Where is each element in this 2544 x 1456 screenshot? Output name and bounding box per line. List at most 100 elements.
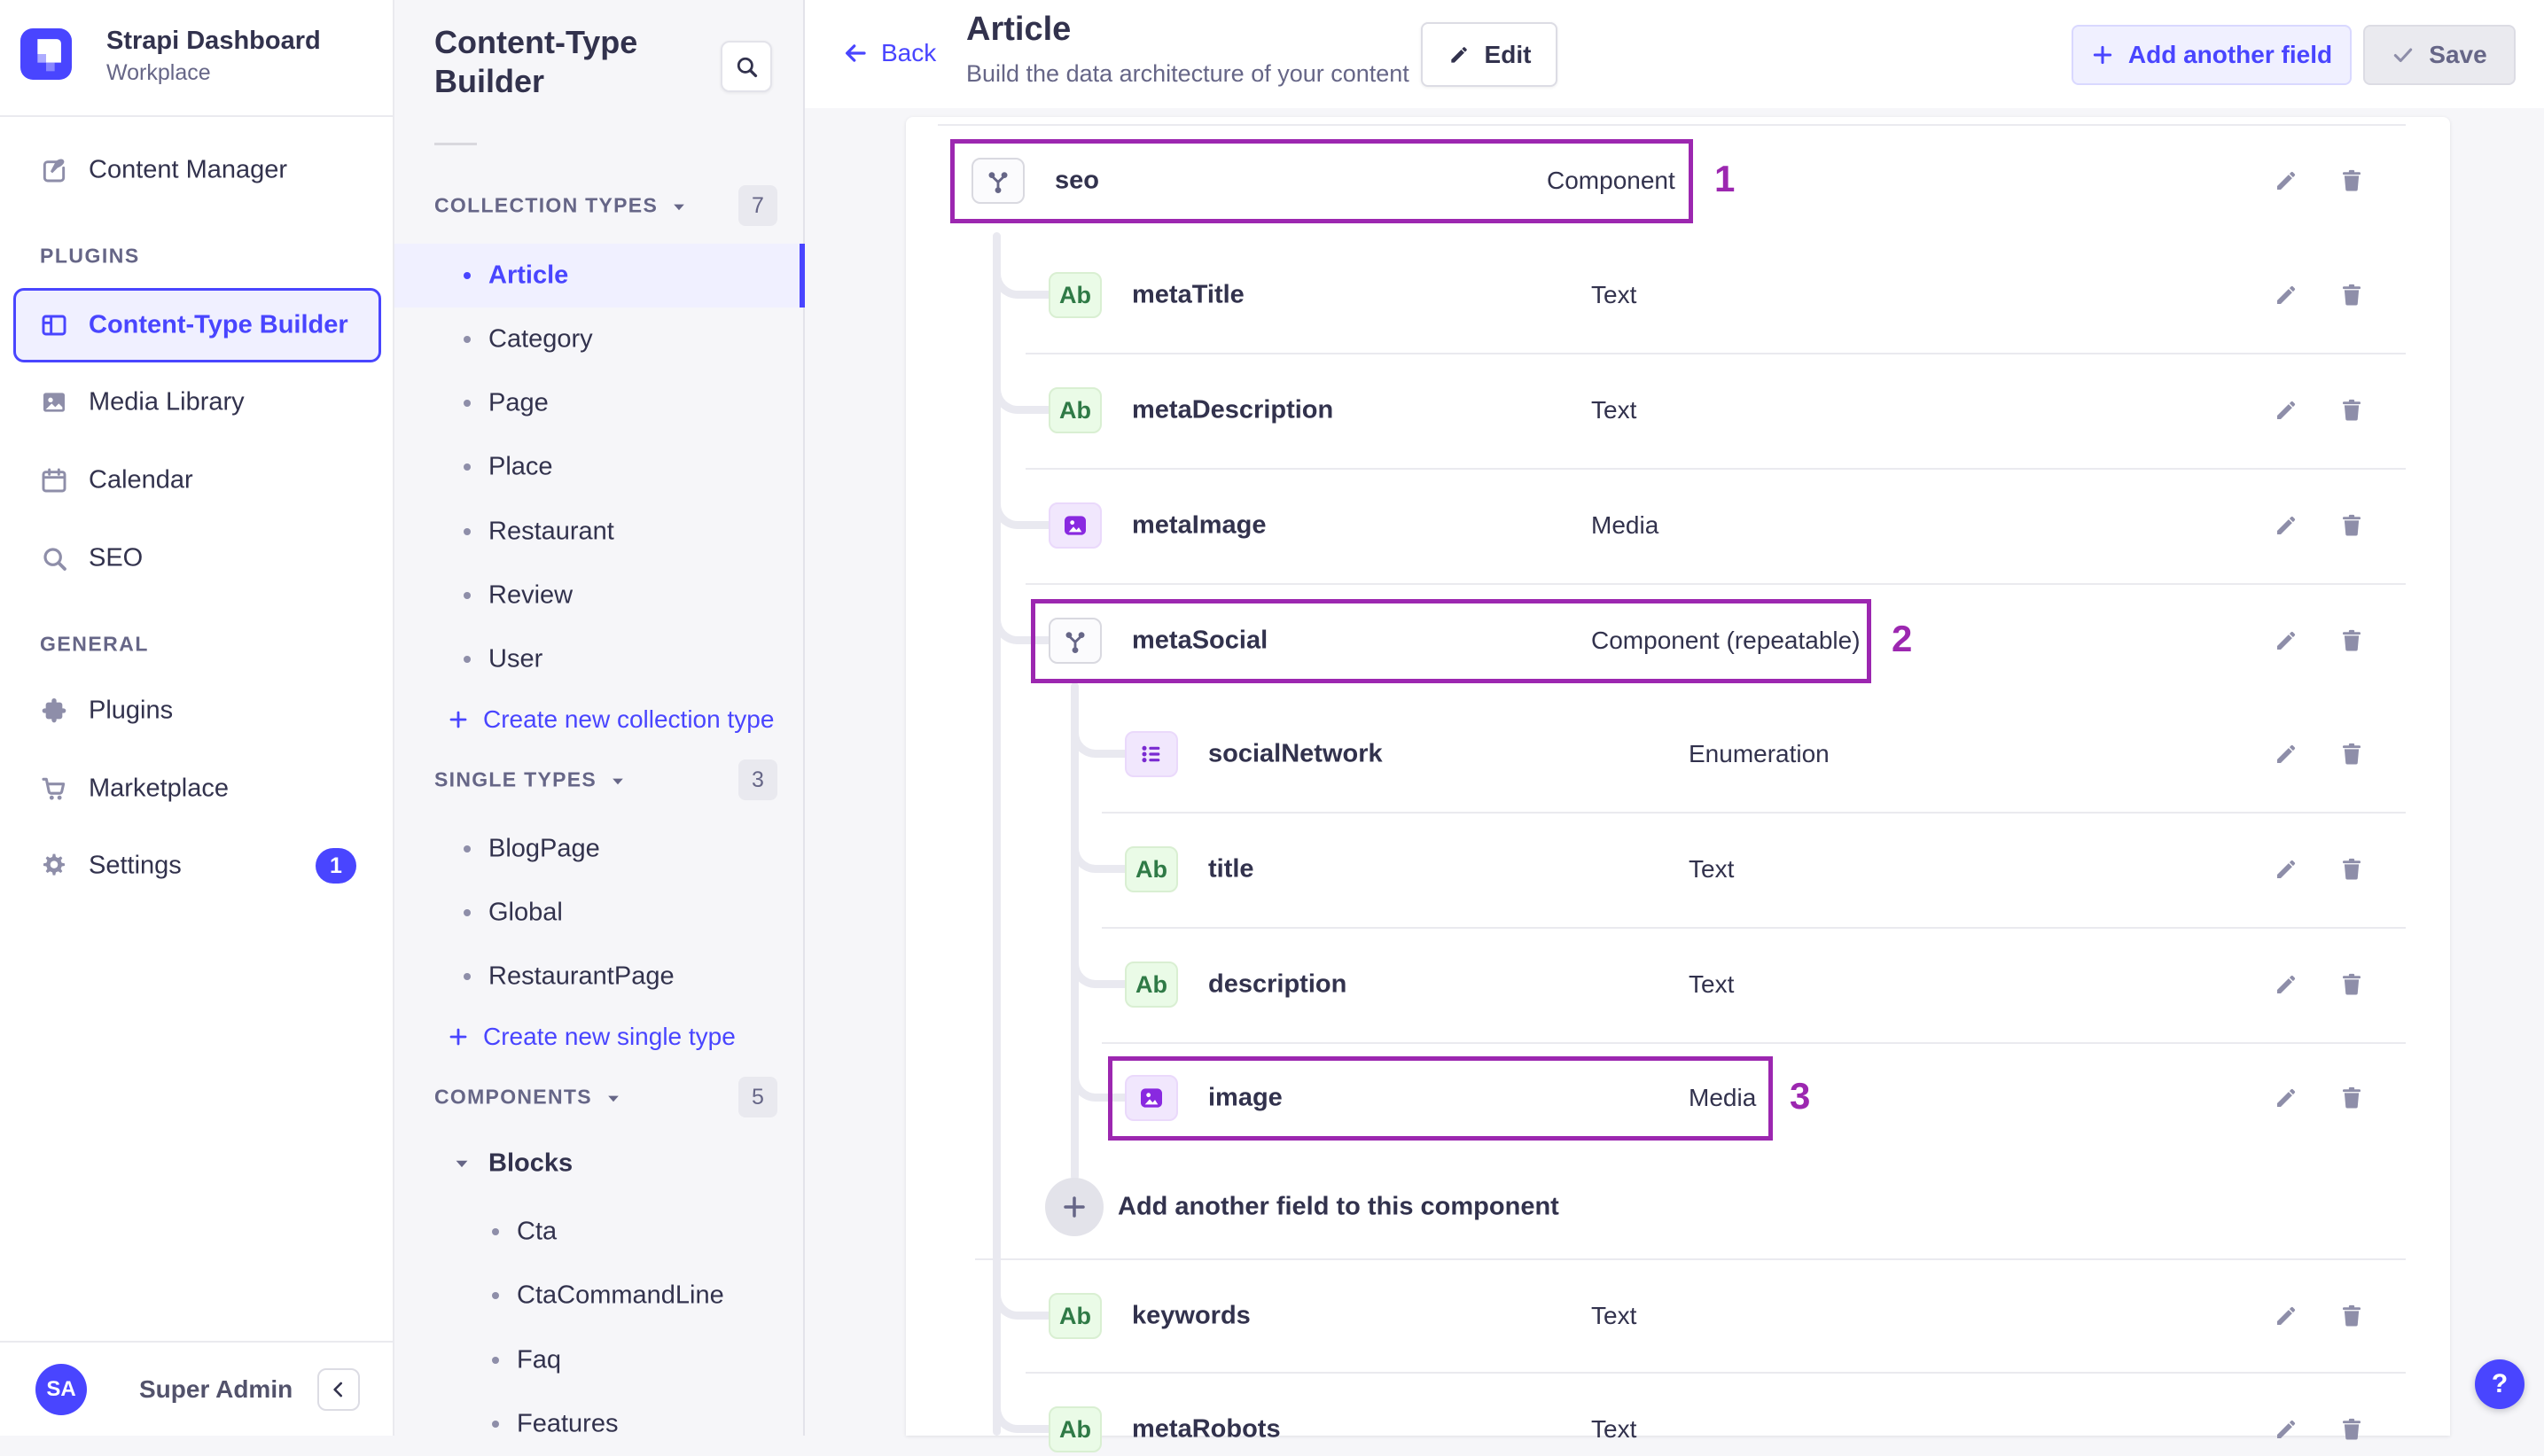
subnav-item-label: Restaurant xyxy=(488,517,614,546)
puzzle-icon xyxy=(40,697,68,725)
pencil-icon xyxy=(1448,43,1471,66)
subnav-item-label: User xyxy=(488,644,543,673)
subnav-item-cta[interactable]: Cta xyxy=(394,1200,805,1264)
plus-icon xyxy=(2091,43,2114,66)
sidebar-item-label: Marketplace xyxy=(89,774,229,803)
bullet-icon xyxy=(492,1357,499,1364)
save-button[interactable]: Save xyxy=(2363,25,2516,85)
delete-field-button[interactable] xyxy=(2337,510,2367,541)
bullet-icon xyxy=(464,528,471,535)
gear-icon xyxy=(40,852,68,880)
subnav-item-faq[interactable]: Faq xyxy=(394,1328,805,1392)
user-bar: SA Super Admin xyxy=(0,1341,394,1436)
add-field-button-label: Add another field xyxy=(2127,41,2333,68)
bullet-icon xyxy=(464,845,471,853)
subnav-item-page[interactable]: Page xyxy=(394,371,805,435)
sidebar-item-label: Media Library xyxy=(89,387,245,417)
notification-badge: 1 xyxy=(316,848,356,884)
sidebar-item-settings[interactable]: Settings 1 xyxy=(0,829,394,903)
subnav-item-user[interactable]: User xyxy=(394,627,805,691)
subnav-item-article[interactable]: Article xyxy=(394,244,805,308)
caret-down-icon xyxy=(670,198,688,215)
delete-field-button[interactable] xyxy=(2337,854,2367,884)
add-another-field-button[interactable]: Add another field xyxy=(2072,25,2352,85)
bullet-icon xyxy=(492,1292,499,1299)
arrow-left-icon xyxy=(842,40,869,66)
bullet-icon xyxy=(464,463,471,471)
caret-down-icon xyxy=(609,772,627,790)
edit-field-button[interactable] xyxy=(2271,510,2301,541)
subnav-item-features[interactable]: Features xyxy=(394,1392,805,1456)
edit-field-button[interactable] xyxy=(2271,1414,2301,1444)
sidebar-item-calendar[interactable]: Calendar xyxy=(0,443,394,518)
subnav-item-label: Cta xyxy=(517,1217,558,1246)
search-icon xyxy=(734,54,759,79)
edit-field-button[interactable] xyxy=(2271,739,2301,769)
group-label: COMPONENTS xyxy=(434,1085,592,1109)
subnav-item-restaurant[interactable]: Restaurant xyxy=(394,500,805,564)
sidebar-item-seo[interactable]: SEO xyxy=(0,521,394,596)
subnav-item-place[interactable]: Place xyxy=(394,435,805,499)
delete-field-button[interactable] xyxy=(2337,1083,2367,1113)
subnav-item-global[interactable]: Global xyxy=(394,881,805,945)
edit-field-button[interactable] xyxy=(2271,1083,2301,1113)
sidebar-item-content-type-builder[interactable]: Content-Type Builder xyxy=(0,288,394,362)
edit-button-label: Edit xyxy=(1484,40,1532,68)
delete-field-button[interactable] xyxy=(2337,626,2367,656)
sidebar-item-plugins[interactable]: Plugins xyxy=(0,673,394,748)
bullet-icon xyxy=(492,1421,499,1428)
subnav-item-label: Category xyxy=(488,324,593,354)
component-category-blocks[interactable]: Blocks xyxy=(394,1132,805,1195)
delete-field-button[interactable] xyxy=(2337,1301,2367,1331)
collapse-sidebar-button[interactable] xyxy=(317,1368,360,1411)
check-icon xyxy=(2392,43,2415,66)
subnav-item-label: BlogPage xyxy=(488,834,600,863)
create-link-0[interactable]: Create new collection type xyxy=(448,705,774,734)
subnav-item-category[interactable]: Category xyxy=(394,308,805,371)
subnav-item-restaurantpage[interactable]: RestaurantPage xyxy=(394,945,805,1008)
edit-field-button[interactable] xyxy=(2271,280,2301,310)
create-link-1[interactable]: Create new single type xyxy=(448,1023,736,1051)
help-button[interactable]: ? xyxy=(2475,1359,2524,1409)
edit-field-button[interactable] xyxy=(2271,166,2301,196)
delete-field-button[interactable] xyxy=(2337,1414,2367,1444)
subnav-item-label: Features xyxy=(517,1409,619,1438)
avatar[interactable]: SA xyxy=(35,1364,87,1415)
group-count-badge: 3 xyxy=(738,759,777,800)
workspace-name: Workplace xyxy=(106,60,211,85)
cart-icon xyxy=(40,775,68,803)
sidebar-item-content-manager[interactable]: Content Manager xyxy=(0,133,394,207)
subnav-group-header[interactable]: COMPONENTS xyxy=(434,1086,622,1110)
search-button[interactable] xyxy=(721,41,772,92)
edit-field-button[interactable] xyxy=(2271,395,2301,425)
caret-down-icon xyxy=(605,1089,622,1107)
subnav-item-review[interactable]: Review xyxy=(394,564,805,627)
page-title: Article xyxy=(966,11,1072,48)
bullet-icon xyxy=(464,973,471,980)
delete-field-button[interactable] xyxy=(2337,739,2367,769)
subnav-item-blogpage[interactable]: BlogPage xyxy=(394,817,805,881)
delete-field-button[interactable] xyxy=(2337,969,2367,1000)
delete-field-button[interactable] xyxy=(2337,166,2367,196)
edit-field-button[interactable] xyxy=(2271,626,2301,656)
delete-field-button[interactable] xyxy=(2337,280,2367,310)
subnav-group-header[interactable]: SINGLE TYPES xyxy=(434,768,627,792)
plus-icon xyxy=(448,1026,469,1047)
sidebar-item-media-library[interactable]: Media Library xyxy=(0,365,394,440)
back-link[interactable]: Back xyxy=(842,39,936,67)
sidebar-item-marketplace[interactable]: Marketplace xyxy=(0,751,394,826)
bullet-icon xyxy=(464,909,471,916)
edit-button[interactable]: Edit xyxy=(1421,22,1557,87)
sidebar-item-label: Plugins xyxy=(89,696,174,725)
edit-field-button[interactable] xyxy=(2271,854,2301,884)
subnav-item-label: RestaurantPage xyxy=(488,962,675,991)
add-field-to-component-button[interactable] xyxy=(1045,1178,1104,1236)
content-type-builder-sidebar: Content-Type Builder COLLECTION TYPES 7 A… xyxy=(394,0,805,1438)
subnav-group-header[interactable]: COLLECTION TYPES xyxy=(434,194,688,218)
bullet-icon xyxy=(492,1228,499,1235)
create-link-label: Create new single type xyxy=(483,1023,736,1050)
delete-field-button[interactable] xyxy=(2337,395,2367,425)
subnav-item-ctacommandline[interactable]: CtaCommandLine xyxy=(394,1264,805,1328)
edit-field-button[interactable] xyxy=(2271,1301,2301,1331)
edit-field-button[interactable] xyxy=(2271,969,2301,1000)
